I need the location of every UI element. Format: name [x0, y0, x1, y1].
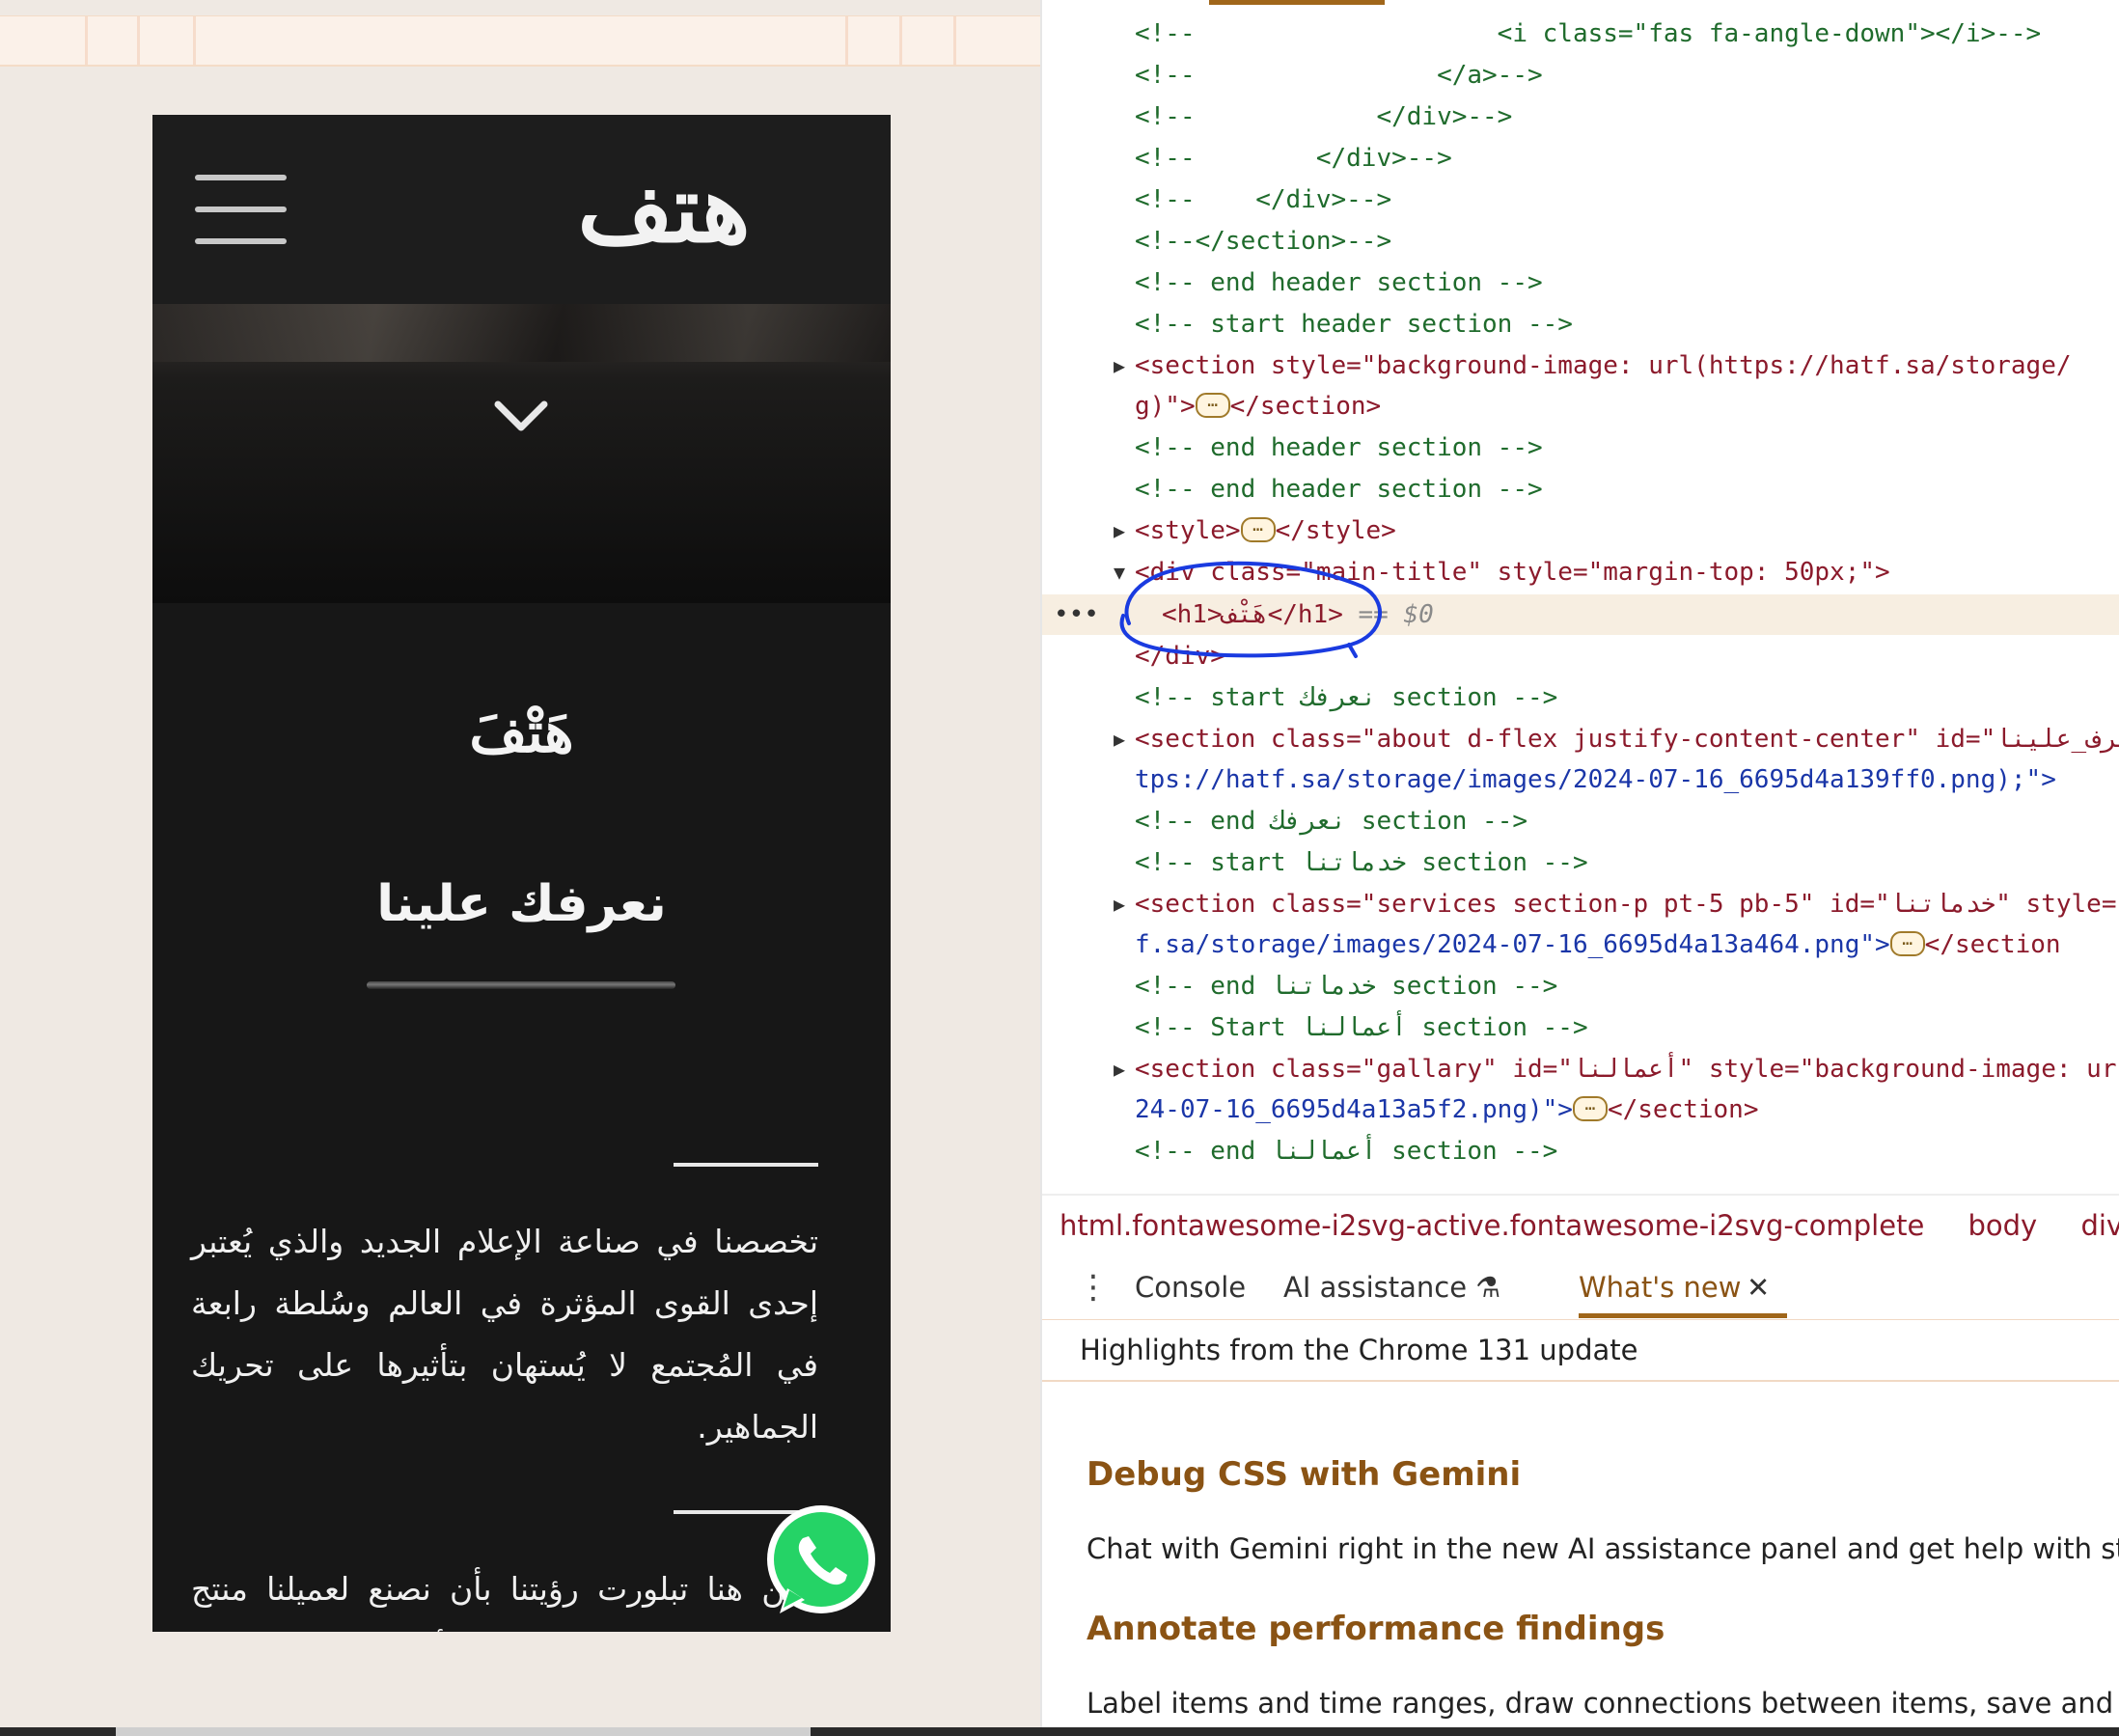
dom-line[interactable]: <section class="services section-p pt-5 …: [1135, 884, 2116, 924]
dom-line[interactable]: <!-- </div>-->: [1135, 179, 1391, 220]
device-viewport: هتف هَتْفَ نعرفك علينا تخصصنا في صناعة ا…: [0, 0, 1040, 1727]
dom-line[interactable]: <!--</section>-->: [1135, 221, 1391, 262]
about-section: هَتْفَ نعرفك علينا تخصصنا في صناعة الإعل…: [152, 603, 891, 1632]
dom-text: <style>: [1135, 516, 1241, 545]
whats-new-item-text: Chat with Gemini right in the new AI ass…: [1087, 1532, 2119, 1565]
hamburger-menu-icon[interactable]: [195, 175, 287, 244]
expand-triangle-icon[interactable]: ▶: [1114, 884, 1131, 924]
ruler-tick: [85, 16, 88, 65]
dom-text: </section>: [1229, 392, 1382, 421]
active-tab-indicator: [1579, 1313, 1787, 1318]
whats-new-item-text: Label items and time ranges, draw connec…: [1087, 1687, 2119, 1720]
dom-line[interactable]: <!-- end header section -->: [1135, 469, 1543, 510]
devtools-panel: ••• <!-- <i class="fas fa-angle-down"></…: [1040, 0, 2119, 1727]
drawer-tab-bar: ⋮ Console AI assistance ⚗ What's new ✕: [1042, 1255, 2119, 1321]
annotation-circle: [1119, 561, 1383, 658]
site-header: هتف: [152, 115, 891, 304]
expand-triangle-icon[interactable]: ▶: [1114, 345, 1131, 386]
expand-triangle-icon[interactable]: ▶: [1114, 719, 1131, 759]
expand-triangle-icon[interactable]: ▶: [1114, 510, 1131, 551]
tab-whats-new[interactable]: What's new: [1579, 1255, 1741, 1319]
taskbar-edge: [116, 1727, 811, 1736]
chevron-down-icon[interactable]: [492, 397, 550, 435]
breadcrumb-item[interactable]: body: [1968, 1209, 2038, 1242]
dom-line[interactable]: <!-- start header section -->: [1135, 304, 1573, 344]
dom-line[interactable]: <!-- start خدماتنا section -->: [1135, 842, 1588, 883]
dom-text: 24-07-16_6695d4a13a5f2.png)">: [1135, 1095, 1573, 1124]
dom-text: </section>: [1607, 1095, 1759, 1124]
node-actions-dots[interactable]: •••: [1054, 594, 1099, 635]
breadcrumb-item[interactable]: html.fontawesome-i2svg-active.fontawesom…: [1060, 1209, 1924, 1242]
ruler-tick: [845, 16, 848, 65]
dom-line[interactable]: g)">… </section>: [1135, 386, 1381, 427]
collapsed-content-badge[interactable]: …: [1572, 1095, 1608, 1121]
dom-line[interactable]: <!-- <i class="fas fa-angle-down"></i>--…: [1135, 14, 2041, 54]
tab-console[interactable]: Console: [1135, 1255, 1246, 1319]
dom-line[interactable]: tps://hatf.sa/storage/images/2024-07-16_…: [1135, 759, 2056, 800]
dom-line[interactable]: <section style="background-image: url(ht…: [1135, 345, 2072, 386]
dom-line[interactable]: <section class="about d-flex justify-con…: [1135, 719, 2119, 759]
dom-line[interactable]: 24-07-16_6695d4a13a5f2.png)">… </section>: [1135, 1089, 1759, 1130]
dom-line[interactable]: f.sa/storage/images/2024-07-16_6695d4a13…: [1135, 924, 2061, 965]
dom-breadcrumb: html.fontawesome-i2svg-active.fontawesom…: [1042, 1194, 2119, 1257]
dom-line[interactable]: <!-- start نعرفك section -->: [1135, 677, 1557, 718]
highlights-title: Highlights from the Chrome 131 update: [1080, 1334, 1638, 1366]
ruler-tick: [953, 16, 956, 65]
dom-line[interactable]: <!-- </div>-->: [1135, 138, 1452, 179]
dom-line[interactable]: <!-- end header section -->: [1135, 262, 1543, 303]
whats-new-item-title[interactable]: Annotate performance findings: [1087, 1610, 1665, 1648]
about-paragraph-1: تخصصنا في صناعة الإعلام الجديد والذي يُع…: [191, 1223, 818, 1446]
dom-line[interactable]: <!-- end خدماتنا section -->: [1135, 966, 1557, 1006]
divider: [1042, 1380, 2119, 1382]
collapsed-content-badge[interactable]: …: [1240, 516, 1276, 542]
mobile-page: هتف هَتْفَ نعرفك علينا تخصصنا في صناعة ا…: [152, 115, 891, 1632]
site-logo[interactable]: هتف: [485, 142, 842, 277]
expand-triangle-icon[interactable]: ▶: [1114, 1049, 1131, 1089]
whatsapp-icon[interactable]: [758, 1500, 884, 1625]
dom-text: f.sa/storage/images/2024-07-16_6695d4a13…: [1135, 930, 1890, 959]
dom-line[interactable]: <section class="gallary" id="أعمالنا" st…: [1135, 1049, 2116, 1089]
dom-line[interactable]: <!-- end أعمالنا section -->: [1135, 1131, 1557, 1171]
dom-text: </section: [1924, 930, 2061, 959]
collapsed-content-badge[interactable]: …: [1889, 930, 1925, 956]
dom-line[interactable]: <!-- Start أعمالنا section -->: [1135, 1007, 1588, 1048]
hero-image: [152, 304, 891, 362]
kebab-menu-icon[interactable]: ⋮: [1077, 1263, 1110, 1311]
flask-icon: ⚗: [1475, 1271, 1501, 1304]
divider: [674, 1163, 818, 1167]
about-paragraph-2: ومن هنا تبلورت رؤيتنا بأن نصنع لعميلنا م…: [191, 1570, 818, 1608]
dom-line[interactable]: <style>… </style>: [1135, 510, 1396, 551]
main-title: هَتْفَ: [469, 700, 574, 765]
tab-label: AI assistance: [1283, 1271, 1468, 1304]
whats-new-panel: Highlights from the Chrome 131 update De…: [1042, 1320, 2119, 1727]
dom-text: </style>: [1275, 516, 1396, 545]
dom-line[interactable]: <!-- end header section -->: [1135, 427, 1543, 468]
ruler-tick: [137, 16, 140, 65]
tab-ai-assistance[interactable]: AI assistance ⚗: [1283, 1255, 1500, 1319]
about-heading: نعرفك علينا: [376, 875, 667, 933]
ruler-tick: [899, 16, 902, 65]
collapsed-content-badge[interactable]: …: [1195, 392, 1230, 418]
heading-underline: [367, 981, 675, 989]
dom-line[interactable]: <!-- </div>-->: [1135, 96, 1512, 137]
ruler-tick: [193, 16, 196, 65]
active-tab-indicator: [1209, 0, 1385, 5]
whats-new-item-title[interactable]: Debug CSS with Gemini: [1087, 1455, 1521, 1494]
close-icon[interactable]: ✕: [1747, 1255, 1770, 1319]
dom-line[interactable]: <!-- </a>-->: [1135, 55, 1543, 96]
device-ruler: [0, 15, 1040, 67]
breadcrumb-item[interactable]: div.main-tit: [2080, 1209, 2119, 1242]
dom-text: g)">: [1135, 392, 1196, 421]
hero-banner: [152, 304, 891, 603]
dom-line[interactable]: <!-- end نعرفك section -->: [1135, 801, 1527, 841]
